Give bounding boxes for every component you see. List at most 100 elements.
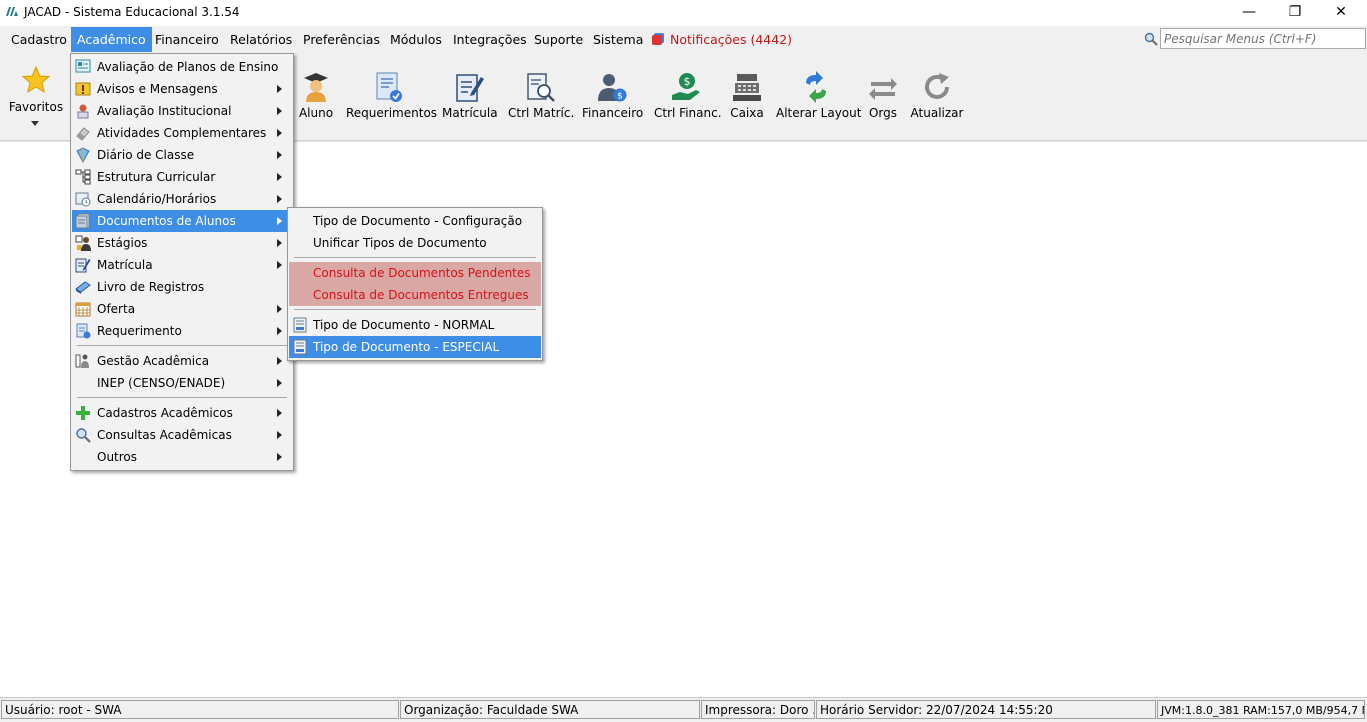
- toolbar-orgs-button[interactable]: Orgs: [866, 53, 900, 139]
- chevron-down-icon: [31, 121, 39, 126]
- toolbar-atualizar-button[interactable]: Atualizar: [910, 53, 964, 139]
- menu-integracoes[interactable]: Integrações: [447, 27, 533, 52]
- money-hand-icon: $: [672, 73, 700, 100]
- menu-item-label: Atividades Complementares: [97, 126, 267, 140]
- chevron-right-icon: [277, 195, 282, 203]
- finance-person-icon: $: [598, 74, 627, 102]
- status-server-time: Horário Servidor: 22/07/2024 14:55:20: [816, 700, 1156, 719]
- notifications-link[interactable]: Notificações (4442): [652, 27, 792, 52]
- menu-item-inep[interactable]: INEP (CENSO/ENADE): [72, 372, 292, 394]
- menu-item-label: Documentos de Alunos: [97, 214, 236, 228]
- menu-item-gestao-academica[interactable]: Gestão Acadêmica: [72, 350, 292, 372]
- cash-register-icon: [733, 74, 761, 101]
- status-jvm: JVM:1.8.0_381 RAM:157,0 MB/954,7 MB: [1157, 700, 1365, 719]
- menu-item-estrutura-curricular[interactable]: Estrutura Curricular: [72, 166, 292, 188]
- notification-icon: [652, 35, 662, 45]
- toolbar-alterar-layout-label: Alterar Layout: [776, 106, 862, 120]
- chevron-right-icon: [277, 431, 282, 439]
- search-icon: [1144, 32, 1158, 46]
- submenu-item-consulta-pendentes[interactable]: Consulta de Documentos Pendentes: [289, 262, 541, 284]
- toolbar-matricula-label: Matrícula: [442, 106, 498, 120]
- menu-item-requerimento[interactable]: Requerimento: [72, 320, 292, 342]
- swap-layout-icon: [806, 71, 826, 103]
- menu-item-consultas-academicas[interactable]: Consultas Acadêmicas: [72, 424, 292, 446]
- favorites-button[interactable]: Favoritos: [0, 53, 72, 139]
- toolbar-matricula-button[interactable]: Matrícula: [442, 53, 498, 139]
- menu-item-cadastros-academicos[interactable]: Cadastros Acadêmicos: [72, 402, 292, 424]
- menu-item-label: Diário de Classe: [97, 148, 195, 162]
- svg-text:$: $: [617, 92, 623, 102]
- menu-item-avaliacao-planos[interactable]: Avaliação de Planos de Ensino: [72, 56, 292, 78]
- menu-item-estagios[interactable]: Estágios: [72, 232, 292, 254]
- toolbar-requerimentos-button[interactable]: Requerimentos: [346, 53, 438, 139]
- toolbar-caixa-button[interactable]: Caixa: [728, 53, 766, 139]
- menu-item-atividades-complementares[interactable]: Atividades Complementares: [72, 122, 292, 144]
- menu-separator: [77, 397, 287, 398]
- minimize-button[interactable]: —: [1226, 0, 1272, 24]
- menu-suporte[interactable]: Suporte: [528, 27, 589, 52]
- menu-separator: [294, 257, 536, 258]
- menu-item-outros[interactable]: Outros: [72, 446, 292, 468]
- menu-item-label: Estrutura Curricular: [97, 170, 216, 184]
- menu-search-input[interactable]: [1160, 28, 1366, 49]
- maximize-icon: ❐: [1288, 4, 1302, 20]
- menu-sistema[interactable]: Sistema: [587, 27, 649, 52]
- chevron-right-icon: [277, 357, 282, 365]
- menu-academico[interactable]: Acadêmico: [71, 27, 152, 52]
- menu-item-livro-registros[interactable]: Livro de Registros: [72, 276, 292, 298]
- menu-cadastro[interactable]: Cadastro: [5, 27, 73, 52]
- diary-book-icon: [76, 147, 90, 163]
- menu-item-diario-classe[interactable]: Diário de Classe: [72, 144, 292, 166]
- favorites-label: Favoritos: [8, 100, 64, 114]
- status-bar: Usuário: root - SWA Organização: Faculda…: [0, 697, 1367, 722]
- toolbar-aluno-button[interactable]: Aluno: [296, 53, 336, 139]
- close-button[interactable]: ✕: [1318, 0, 1364, 24]
- document-search-icon: [527, 73, 555, 102]
- person-clipboard-icon: [77, 104, 89, 119]
- menu-item-label: Requerimento: [97, 324, 182, 338]
- eraser-icon: [76, 127, 90, 141]
- submenu-item-consulta-entregues[interactable]: Consulta de Documentos Entregues: [289, 284, 541, 306]
- menu-item-avisos-mensagens[interactable]: Avisos e Mensagens: [72, 78, 292, 100]
- title-bar: JACAD - Sistema Educacional 3.1.54 — ❐ ✕: [0, 0, 1367, 24]
- documentos-alunos-submenu: Tipo de Documento - Configuração Unifica…: [287, 207, 543, 361]
- submenu-item-unificar-tipos[interactable]: Unificar Tipos de Documento: [289, 232, 541, 254]
- menu-item-oferta[interactable]: Oferta: [72, 298, 292, 320]
- status-printer[interactable]: Impressora: Doro ...: [701, 700, 815, 719]
- submenu-item-tipo-doc-normal[interactable]: Tipo de Documento - NORMAL: [289, 314, 541, 336]
- chevron-right-icon: [277, 173, 282, 181]
- menu-preferencias[interactable]: Preferências: [297, 27, 386, 52]
- chevron-right-icon: [277, 261, 282, 269]
- chevron-right-icon: [277, 239, 282, 247]
- toolbar-ctrl-financ-button[interactable]: $ Ctrl Financ.: [654, 53, 722, 139]
- exchange-arrows-icon: [869, 78, 897, 100]
- menu-item-matricula[interactable]: Matrícula: [72, 254, 292, 276]
- toolbar-financeiro-button[interactable]: $ Financeiro: [582, 53, 643, 139]
- toolbar-ctrl-financ-label: Ctrl Financ.: [654, 106, 722, 120]
- submenu-item-tipo-doc-especial[interactable]: Tipo de Documento - ESPECIAL: [289, 336, 541, 358]
- svg-text:$: $: [684, 75, 691, 88]
- menu-item-label: Livro de Registros: [97, 280, 205, 294]
- menu-item-label: Unificar Tipos de Documento: [313, 236, 487, 250]
- toolbar-requerimentos-label: Requerimentos: [346, 106, 438, 120]
- menu-item-avaliacao-institucional[interactable]: Avaliação Institucional: [72, 100, 292, 122]
- menu-relatorios[interactable]: Relatórios: [224, 27, 298, 52]
- calendar-grid-icon: [75, 302, 91, 317]
- menu-modulos[interactable]: Módulos: [384, 27, 448, 52]
- menu-financeiro[interactable]: Financeiro: [149, 27, 225, 52]
- toolbar-ctrl-matric-button[interactable]: Ctrl Matríc.: [508, 53, 574, 139]
- menu-item-label: Outros: [97, 450, 138, 464]
- document-type-icon: [293, 317, 307, 333]
- request-document-icon: [76, 323, 91, 339]
- document-stack-icon: [75, 213, 90, 229]
- menu-item-calendario-horarios[interactable]: Calendário/Horários: [72, 188, 292, 210]
- document-type-icon: [293, 339, 307, 355]
- menu-item-label: Matrícula: [97, 258, 153, 272]
- toolbar-alterar-layout-button[interactable]: Alterar Layout: [776, 53, 862, 139]
- maximize-button[interactable]: ❐: [1272, 0, 1318, 24]
- menu-item-label: Avisos e Mensagens: [97, 82, 218, 96]
- menu-item-documentos-alunos[interactable]: Documentos de Alunos: [72, 210, 292, 232]
- chevron-right-icon: [277, 453, 282, 461]
- submenu-item-tipo-doc-configuracao[interactable]: Tipo de Documento - Configuração: [289, 210, 541, 232]
- enrollment-form-icon: [75, 258, 91, 273]
